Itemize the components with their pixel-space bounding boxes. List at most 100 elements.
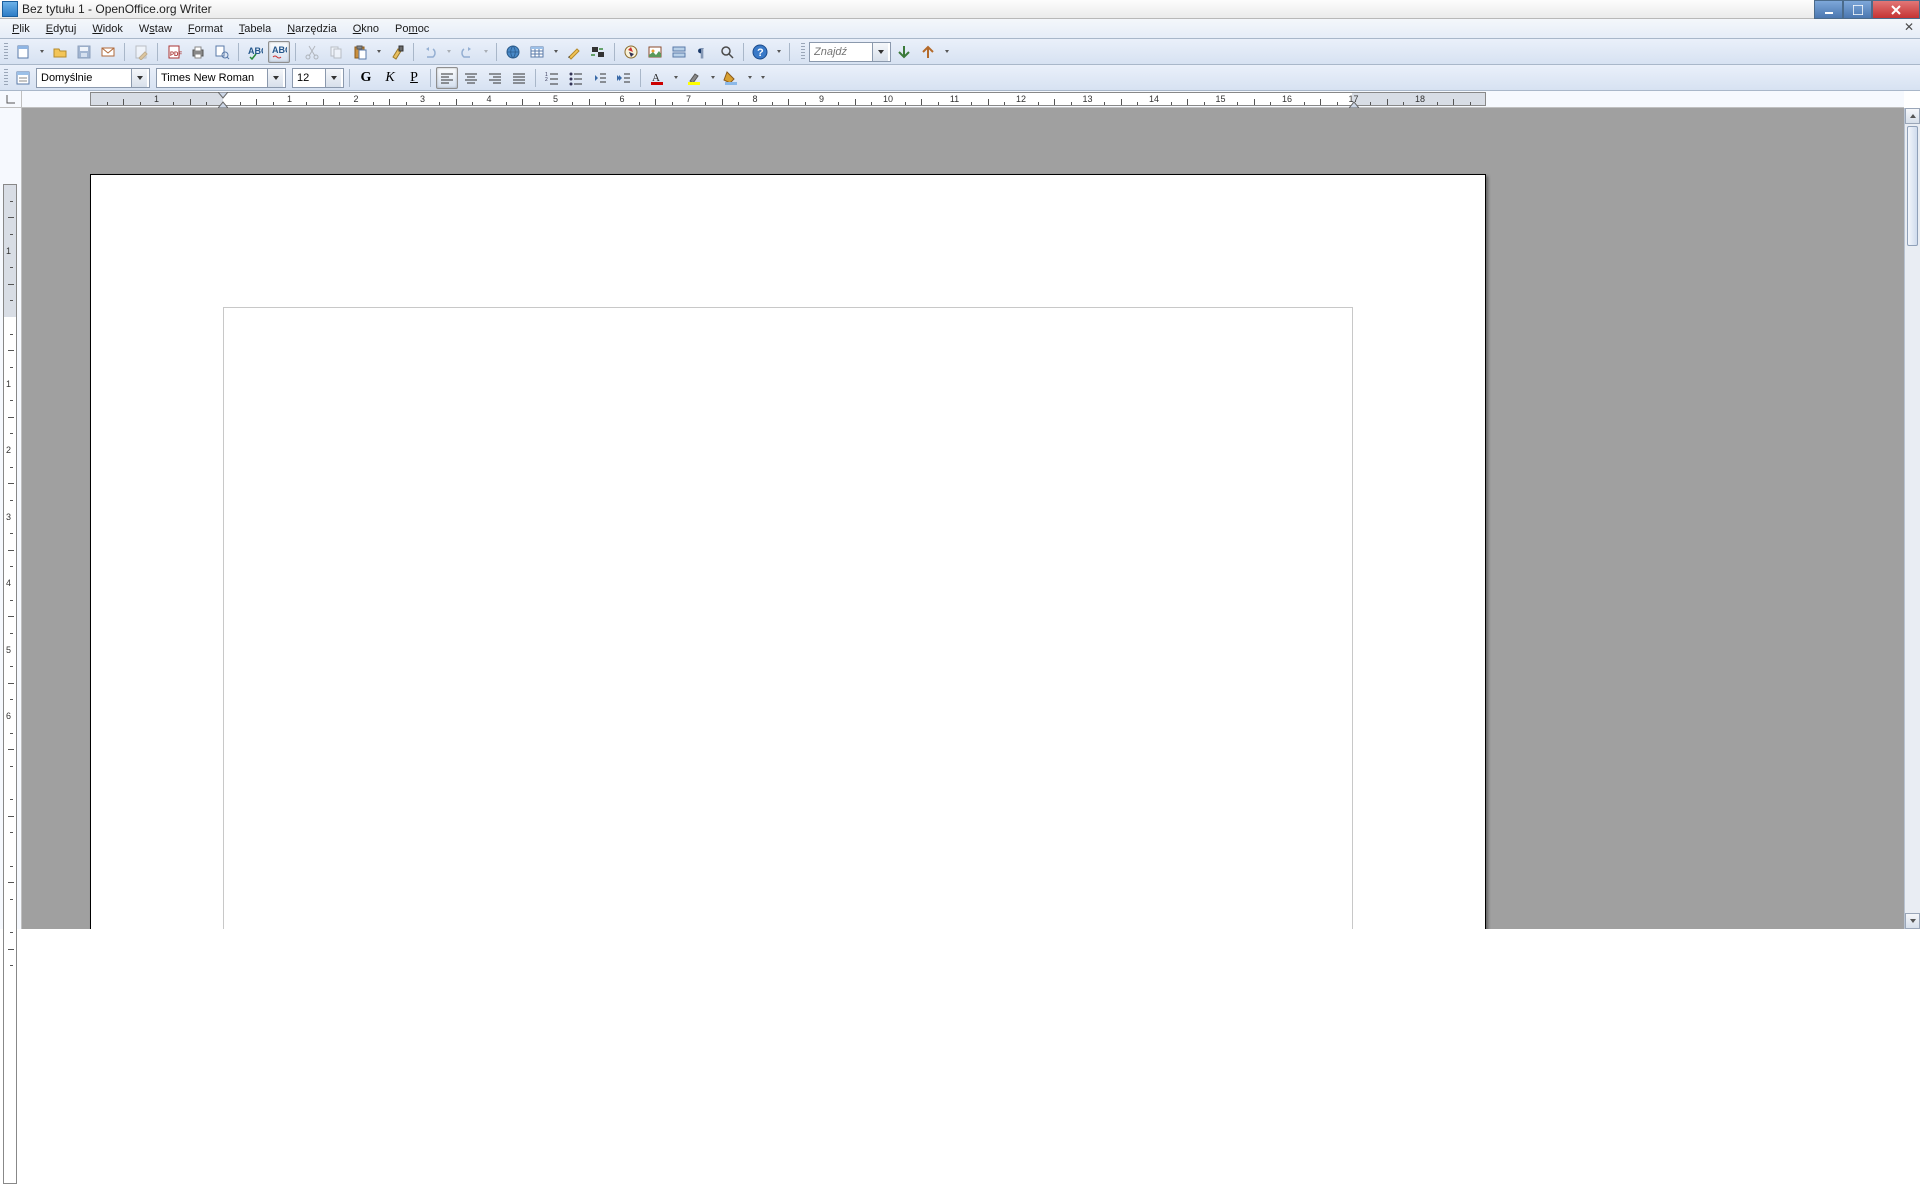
font-name-input[interactable]: [157, 69, 267, 87]
menu-format[interactable]: Format: [180, 21, 231, 37]
align-center-button[interactable]: [460, 67, 482, 89]
paste-button[interactable]: [349, 41, 371, 63]
scroll-up-button[interactable]: [1905, 108, 1920, 124]
highlight-button[interactable]: [683, 67, 705, 89]
find-combo[interactable]: [809, 42, 891, 62]
cut-button[interactable]: [301, 41, 323, 63]
paragraph-style-input[interactable]: [37, 69, 131, 87]
size-dropdown-arrow[interactable]: [325, 69, 341, 87]
menu-widok[interactable]: Widok: [84, 21, 131, 37]
font-color-dropdown[interactable]: [670, 67, 681, 89]
vertical-scrollbar[interactable]: [1904, 108, 1920, 929]
undo-dropdown[interactable]: [443, 41, 454, 63]
separator: [238, 43, 239, 61]
italic-button[interactable]: K: [379, 67, 401, 89]
menu-edytuj[interactable]: Edytuj: [38, 21, 85, 37]
increase-indent-button[interactable]: [613, 67, 635, 89]
table-dropdown[interactable]: [550, 41, 561, 63]
paragraph-style-combo[interactable]: [36, 68, 150, 88]
menu-pomoc[interactable]: Pomoc: [387, 21, 437, 37]
toolbar-overflow-button[interactable]: [757, 67, 769, 89]
page[interactable]: [90, 174, 1486, 929]
maximize-button[interactable]: [1843, 0, 1872, 19]
print-button[interactable]: [187, 41, 209, 63]
formatting-toolbar: G K P 12 A: [0, 65, 1920, 91]
menu-tabela[interactable]: Tabela: [231, 21, 279, 37]
find-dropdown-arrow[interactable]: [872, 43, 888, 61]
find-next-button[interactable]: [893, 41, 915, 63]
separator: [614, 43, 615, 61]
align-left-button[interactable]: [436, 67, 458, 89]
undo-button[interactable]: [419, 41, 441, 63]
underline-button[interactable]: P: [403, 67, 425, 89]
highlight-dropdown[interactable]: [707, 67, 718, 89]
style-dropdown-arrow[interactable]: [131, 69, 147, 87]
find-replace-button[interactable]: [587, 41, 609, 63]
paste-dropdown[interactable]: [373, 41, 384, 63]
font-dropdown-arrow[interactable]: [267, 69, 283, 87]
minimize-button[interactable]: [1814, 0, 1843, 19]
font-name-combo[interactable]: [156, 68, 286, 88]
font-size-input[interactable]: [293, 69, 325, 87]
spellcheck-button[interactable]: ABC: [244, 41, 266, 63]
print-preview-button[interactable]: [211, 41, 233, 63]
toolbar-grip[interactable]: [4, 43, 8, 61]
toolbar-grip[interactable]: [801, 43, 805, 61]
ruler-corner[interactable]: [0, 91, 22, 108]
email-button[interactable]: [97, 41, 119, 63]
vertical-ruler[interactable]: 1123456: [0, 108, 22, 929]
styles-window-button[interactable]: [12, 67, 34, 89]
nonprinting-chars-button[interactable]: ¶: [692, 41, 714, 63]
bullets-button[interactable]: [565, 67, 587, 89]
decrease-indent-button[interactable]: [589, 67, 611, 89]
window-title: Bez tytułu 1 - OpenOffice.org Writer: [22, 2, 212, 16]
copy-button[interactable]: [325, 41, 347, 63]
horizontal-ruler[interactable]: 1123456789101112131415161718: [22, 91, 1904, 108]
align-right-button[interactable]: [484, 67, 506, 89]
background-color-button[interactable]: [720, 67, 742, 89]
menu-plik[interactable]: Plik: [4, 21, 38, 37]
background-dropdown[interactable]: [744, 67, 755, 89]
font-size-combo[interactable]: [292, 68, 344, 88]
edit-file-button[interactable]: [130, 41, 152, 63]
zoom-button[interactable]: [716, 41, 738, 63]
redo-button[interactable]: [456, 41, 478, 63]
show-draw-button[interactable]: [563, 41, 585, 63]
auto-spellcheck-button[interactable]: ABC: [268, 41, 290, 63]
align-justify-button[interactable]: [508, 67, 530, 89]
open-button[interactable]: [49, 41, 71, 63]
redo-dropdown[interactable]: [480, 41, 491, 63]
text-area[interactable]: [223, 307, 1353, 929]
save-button[interactable]: [73, 41, 95, 63]
numbering-button[interactable]: 12: [541, 67, 563, 89]
toolbar-overflow-button[interactable]: [941, 41, 953, 63]
find-input[interactable]: [810, 43, 872, 61]
navigator-button[interactable]: [620, 41, 642, 63]
separator: [157, 43, 158, 61]
export-pdf-button[interactable]: PDF: [163, 41, 185, 63]
separator: [496, 43, 497, 61]
find-prev-button[interactable]: [917, 41, 939, 63]
help-dropdown[interactable]: [773, 41, 784, 63]
document-viewport[interactable]: [22, 108, 1920, 929]
data-sources-button[interactable]: [668, 41, 690, 63]
hyperlink-button[interactable]: [502, 41, 524, 63]
menu-okno[interactable]: Okno: [345, 21, 387, 37]
scroll-thumb[interactable]: [1907, 126, 1918, 246]
font-color-button[interactable]: A: [646, 67, 668, 89]
document-close-icon[interactable]: ✕: [1902, 21, 1916, 35]
menu-narzedzia[interactable]: Narzędzia: [279, 21, 345, 37]
close-button[interactable]: [1872, 0, 1920, 19]
format-paintbrush-button[interactable]: [386, 41, 408, 63]
new-button[interactable]: [12, 41, 34, 63]
bold-button[interactable]: G: [355, 67, 377, 89]
new-dropdown[interactable]: [36, 41, 47, 63]
menu-wstaw[interactable]: Wstaw: [131, 21, 180, 37]
scroll-down-button[interactable]: [1905, 913, 1920, 929]
toolbar-grip[interactable]: [4, 69, 8, 87]
svg-text:ABC: ABC: [272, 45, 287, 55]
svg-text:?: ?: [757, 47, 764, 59]
help-button[interactable]: ?: [749, 41, 771, 63]
table-button[interactable]: [526, 41, 548, 63]
gallery-button[interactable]: [644, 41, 666, 63]
